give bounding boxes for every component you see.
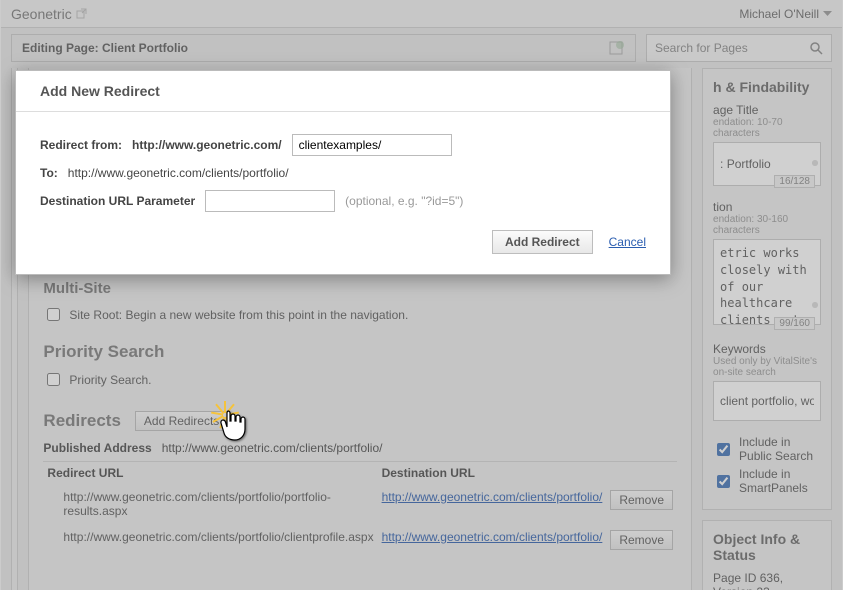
url-param-label: Destination URL Parameter [40,194,195,208]
redirect-from-prefix: http://www.geonetric.com/ [132,138,282,152]
add-redirect-dialog: Add New Redirect Redirect from: http://w… [15,70,671,275]
redirect-from-input[interactable] [292,134,452,156]
add-redirect-button[interactable]: Add Redirect [492,230,593,254]
redirect-to-label: To: [40,166,58,180]
url-param-hint: (optional, e.g. "?id=5") [345,194,463,208]
redirect-to-value: http://www.geonetric.com/clients/portfol… [68,166,289,180]
redirect-from-label: Redirect from: [40,138,122,152]
url-param-input[interactable] [205,190,335,212]
dialog-title: Add New Redirect [16,71,670,112]
cancel-link[interactable]: Cancel [609,235,646,249]
